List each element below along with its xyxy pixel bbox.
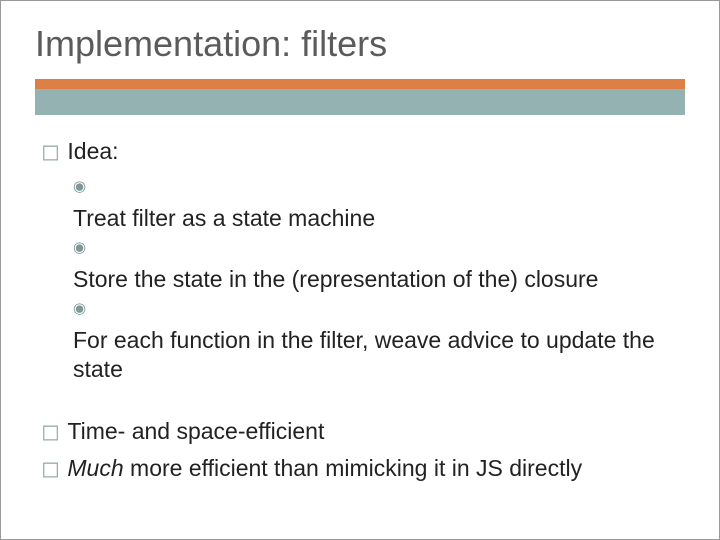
sub-item: ◉ For each function in the filter, weave…: [73, 296, 685, 384]
sub-item-text: Treat filter as a state machine: [73, 204, 659, 233]
bullet-label-rest: more efficient than mimicking it in JS d…: [124, 455, 582, 481]
bullet-label: Much more efficient than mimicking it in…: [67, 454, 683, 483]
dot-bullet-icon: ◉: [73, 238, 95, 257]
bullet-idea-sublist: ◉ Treat filter as a state machine ◉ Stor…: [73, 174, 685, 384]
dot-bullet-icon: ◉: [73, 299, 95, 318]
bullet-label: Idea:: [67, 137, 683, 166]
dot-bullet-icon: ◉: [73, 177, 95, 196]
bullet-time-space: ◻ Time- and space-efficient: [41, 417, 685, 446]
sub-item: ◉ Store the state in the (representation…: [73, 235, 685, 294]
slide: Implementation: filters ◻ Idea: ◉ Treat …: [0, 0, 720, 540]
bullet-label: Time- and space-efficient: [67, 417, 683, 446]
sub-item-text: For each function in the filter, weave a…: [73, 326, 659, 385]
slide-body: ◻ Idea: ◉ Treat filter as a state machin…: [35, 137, 685, 483]
bullet-efficient-js: ◻ Much more efficient than mimicking it …: [41, 454, 685, 483]
square-bullet-icon: ◻: [41, 417, 61, 446]
accent-bars: [35, 79, 685, 115]
accent-bar-orange: [35, 79, 685, 89]
slide-title: Implementation: filters: [35, 21, 685, 75]
square-bullet-icon: ◻: [41, 137, 61, 166]
italic-word: Much: [67, 455, 123, 481]
sub-item: ◉ Treat filter as a state machine: [73, 174, 685, 233]
bullet-idea: ◻ Idea:: [41, 137, 685, 166]
sub-item-text: Store the state in the (representation o…: [73, 265, 659, 294]
accent-bar-grey: [35, 89, 685, 115]
square-bullet-icon: ◻: [41, 454, 61, 483]
